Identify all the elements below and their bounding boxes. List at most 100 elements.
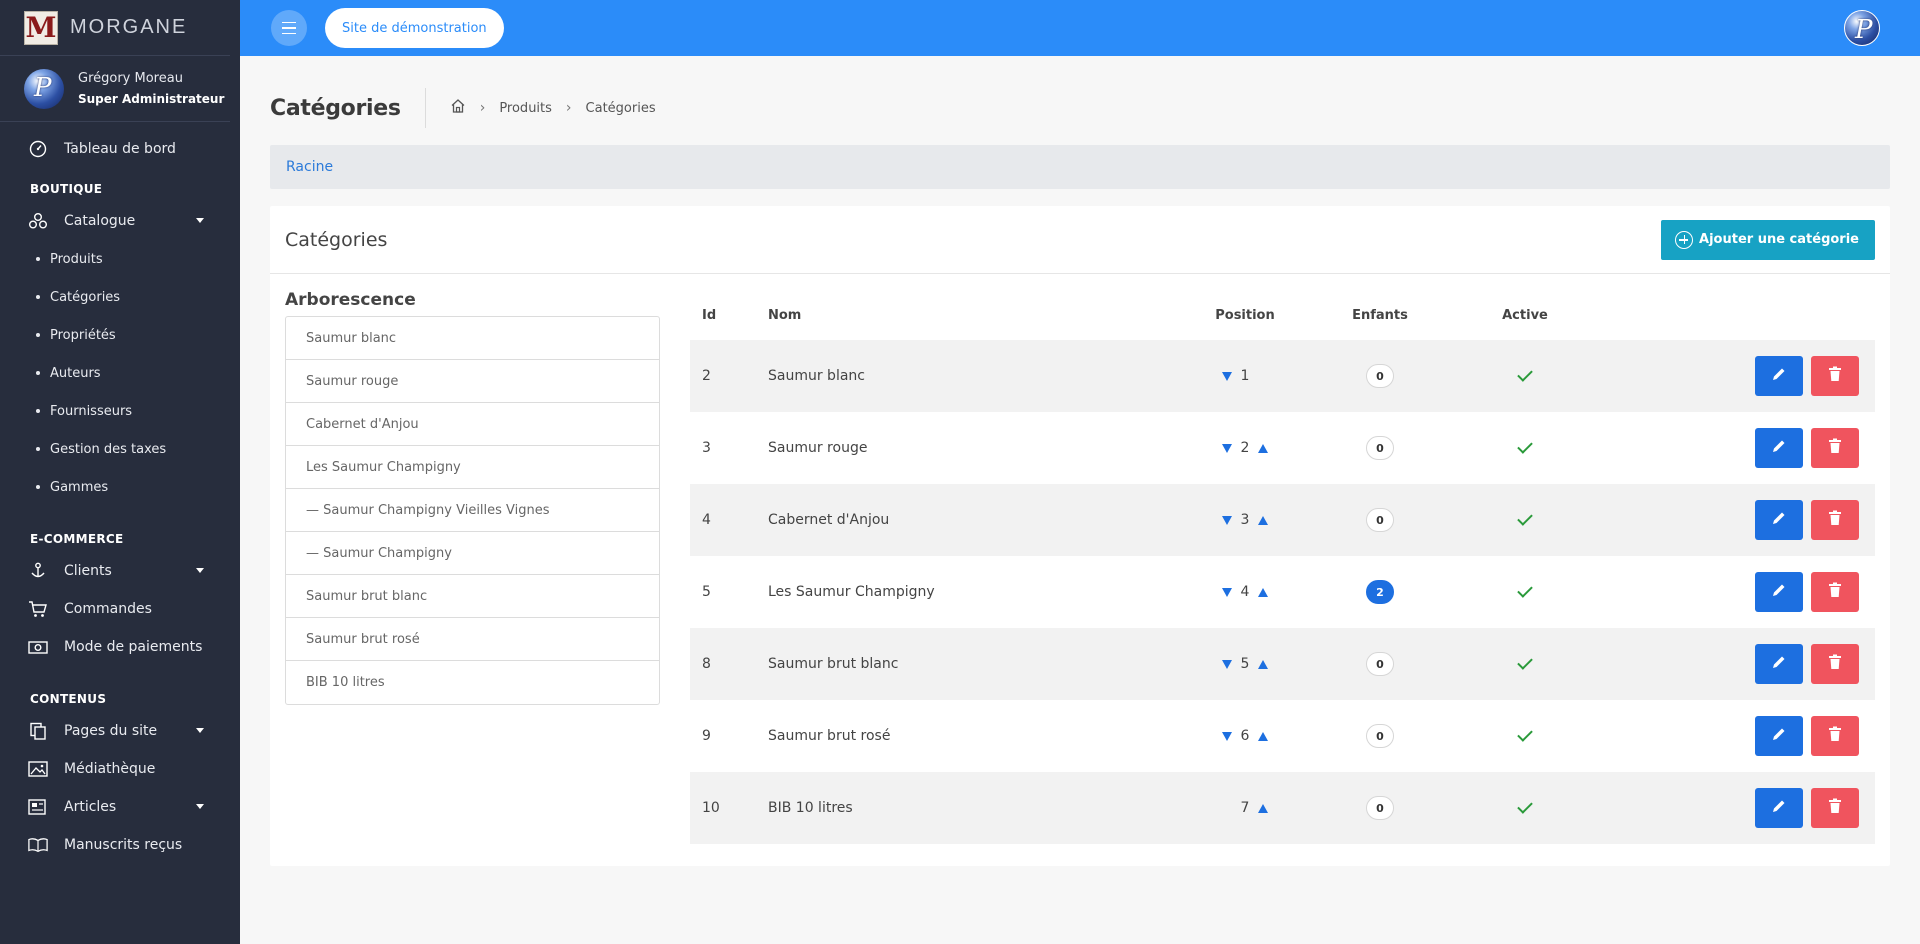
delete-button[interactable] <box>1811 716 1859 756</box>
move-down-icon[interactable] <box>1221 659 1233 669</box>
edit-button[interactable] <box>1755 644 1803 684</box>
sidebar-nav: Tableau de bord BOUTIQUE Catalogue Produ… <box>0 122 240 864</box>
move-down-icon[interactable] <box>1221 731 1233 741</box>
pencil-icon <box>1771 366 1787 386</box>
delete-button[interactable] <box>1811 572 1859 612</box>
tree-item[interactable]: Cabernet d'Anjou <box>286 403 659 446</box>
page-title: Catégories <box>270 88 426 128</box>
cell-active <box>1450 582 1600 598</box>
add-category-button[interactable]: Ajouter une catégorie <box>1661 219 1875 260</box>
sidebar-item-commandes[interactable]: Commandes <box>0 590 240 628</box>
tree-item[interactable]: Saumur rouge <box>286 360 659 403</box>
move-down-icon[interactable] <box>1221 443 1233 453</box>
sidebar-item-catalogue[interactable]: Catalogue <box>0 202 240 240</box>
sidebar-item-pages[interactable]: Pages du site <box>0 712 240 750</box>
children-count-badge: 0 <box>1366 796 1394 820</box>
cell-active <box>1450 366 1600 382</box>
tree-item[interactable]: Saumur brut rosé <box>286 618 659 661</box>
delete-button[interactable] <box>1811 644 1859 684</box>
check-icon[interactable] <box>1517 510 1533 526</box>
delete-button[interactable] <box>1811 788 1859 828</box>
children-count-badge[interactable]: 2 <box>1366 580 1394 604</box>
children-count-badge: 0 <box>1366 724 1394 748</box>
position-value: 4 <box>1240 584 1250 600</box>
edit-button[interactable] <box>1755 788 1803 828</box>
position-value: 3 <box>1240 512 1250 528</box>
sidebar-subitem-auteurs[interactable]: Auteurs <box>0 354 240 392</box>
move-up-icon[interactable] <box>1257 587 1269 597</box>
check-icon[interactable] <box>1517 438 1533 454</box>
delete-button[interactable] <box>1811 428 1859 468</box>
col-nom[interactable]: Nom <box>768 308 1180 323</box>
col-active[interactable]: Active <box>1450 308 1600 323</box>
edit-button[interactable] <box>1755 572 1803 612</box>
check-icon[interactable] <box>1517 654 1533 670</box>
edit-button[interactable] <box>1755 356 1803 396</box>
cell-nom: Cabernet d'Anjou <box>768 512 890 528</box>
hamburger-menu-button[interactable] <box>271 10 307 46</box>
chevron-down-icon <box>196 218 204 223</box>
sidebar-item-paiements[interactable]: Mode de paiements <box>0 628 240 666</box>
sidebar-subitem-label: Produits <box>50 251 103 267</box>
bullet-icon <box>36 447 40 451</box>
cell-enfants: 0 <box>1310 724 1450 748</box>
cell-id: 3 <box>702 440 711 456</box>
sidebar-item-dashboard[interactable]: Tableau de bord <box>0 130 240 168</box>
tree-item[interactable]: Saumur blanc <box>286 317 659 360</box>
sidebar-subitem-categories[interactable]: Catégories <box>0 278 240 316</box>
cell-actions <box>1600 644 1875 684</box>
move-down-icon[interactable] <box>1221 371 1233 381</box>
edit-button[interactable] <box>1755 716 1803 756</box>
sidebar-subitem-produits[interactable]: Produits <box>0 240 240 278</box>
sidebar-item-clients[interactable]: Clients <box>0 552 240 590</box>
brand[interactable]: M MORGANE <box>0 0 230 56</box>
cell-id: 10 <box>702 800 720 816</box>
root-link[interactable]: Racine <box>286 159 333 175</box>
cell-active <box>1450 438 1600 454</box>
menu-icon-bar <box>282 27 296 29</box>
home-icon[interactable] <box>450 98 466 118</box>
card-header: Catégories Ajouter une catégorie <box>270 206 1890 274</box>
edit-button[interactable] <box>1755 428 1803 468</box>
move-down-icon[interactable] <box>1221 515 1233 525</box>
sidebar-item-articles[interactable]: Articles <box>0 788 240 826</box>
children-count-badge: 0 <box>1366 652 1394 676</box>
sidebar-item-manuscrits[interactable]: Manuscrits reçus <box>0 826 240 864</box>
delete-button[interactable] <box>1811 356 1859 396</box>
demo-site-button[interactable]: Site de démonstration <box>325 8 504 48</box>
edit-button[interactable] <box>1755 500 1803 540</box>
check-icon[interactable] <box>1517 366 1533 382</box>
move-down-icon[interactable] <box>1221 587 1233 597</box>
move-up-icon[interactable] <box>1257 515 1269 525</box>
move-up-icon[interactable] <box>1257 659 1269 669</box>
sidebar-subitem-fournisseurs[interactable]: Fournisseurs <box>0 392 240 430</box>
delete-button[interactable] <box>1811 500 1859 540</box>
sidebar-subitem-taxes[interactable]: Gestion des taxes <box>0 430 240 468</box>
sidebar-subitem-proprietes[interactable]: Propriétés <box>0 316 240 354</box>
tree-item[interactable]: Saumur brut blanc <box>286 575 659 618</box>
chevron-down-icon <box>196 728 204 733</box>
check-icon[interactable] <box>1517 582 1533 598</box>
move-up-icon[interactable] <box>1257 443 1269 453</box>
tree-item[interactable]: — Saumur Champigny Vieilles Vignes <box>286 489 659 532</box>
cell-position: 5 <box>1180 656 1310 672</box>
sidebar-item-mediatheque[interactable]: Médiathèque <box>0 750 240 788</box>
sidebar-subitem-gammes[interactable]: Gammes <box>0 468 240 506</box>
breadcrumb-produits[interactable]: Produits <box>499 101 552 116</box>
check-icon[interactable] <box>1517 726 1533 742</box>
tree-title: Arborescence <box>285 290 416 310</box>
tree-item[interactable]: Les Saumur Champigny <box>286 446 659 489</box>
move-up-icon[interactable] <box>1257 731 1269 741</box>
breadcrumb: › Produits › Catégories <box>426 98 656 118</box>
tree-item[interactable]: — Saumur Champigny <box>286 532 659 575</box>
col-id[interactable]: Id <box>690 308 768 323</box>
move-up-icon[interactable] <box>1257 803 1269 813</box>
cell-enfants: 2 <box>1310 580 1450 604</box>
user-panel[interactable]: Grégory Moreau Super Administrateur <box>0 56 230 122</box>
sidebar-subitem-label: Catégories <box>50 289 121 305</box>
col-enfants[interactable]: Enfants <box>1310 308 1450 323</box>
col-position[interactable]: Position <box>1180 308 1310 323</box>
topbar-avatar[interactable] <box>1844 10 1880 46</box>
check-icon[interactable] <box>1517 798 1533 814</box>
tree-item[interactable]: BIB 10 litres <box>286 661 659 704</box>
